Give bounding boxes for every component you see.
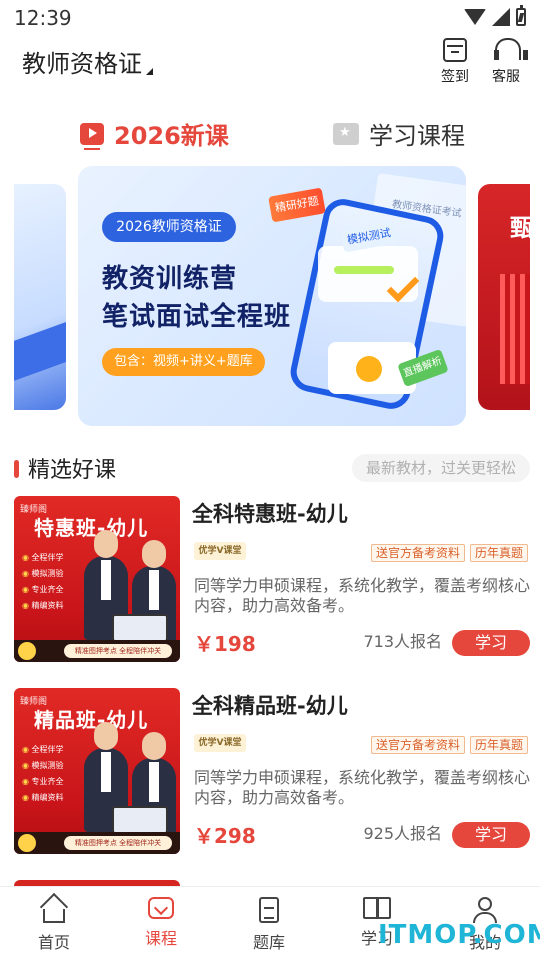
laptop-graphic: [112, 806, 168, 834]
section-hint: 最新教材，过关更轻松: [351, 454, 530, 482]
site-watermark: ITMOP.COM: [378, 920, 540, 950]
section-accent-bar: [14, 460, 19, 478]
course-tabs: 2026新课 学习课程: [0, 110, 540, 160]
status-time: 12:39: [14, 6, 72, 30]
course-thumbnail: 臻师阁 精品班-幼儿 全程伴学 模拟测验 专业齐全 精编资料 精准图押考点 全程…: [14, 688, 180, 854]
service-label: 客服: [492, 69, 520, 85]
course-brand-badge: 优学V课堂: [194, 542, 246, 560]
course-tags: 送官方备考资料 历年真题: [370, 544, 528, 562]
banner-next-text: 甄: [510, 214, 530, 242]
course-card[interactable]: 臻师阁 特惠班-幼儿 全程伴学 模拟测验 专业齐全 精编资料 精准图押考点 全程…: [14, 494, 530, 664]
course-title: 全科精品班-幼儿: [192, 694, 348, 718]
nav-label: 首页: [37, 933, 70, 952]
checkin-label: 签到: [441, 69, 469, 85]
course-price: ￥298: [194, 824, 256, 848]
tab-label: 2026新课: [114, 122, 229, 150]
star-folder-icon: [333, 122, 359, 145]
exam-title: 教师资格证: [22, 50, 142, 78]
banner-headline-2: 笔试面试全程班: [102, 302, 292, 332]
course-description: 同等学力申硕课程，系统化教学，覆盖考纲核心内容，助力高效备考。: [194, 576, 531, 615]
thumb-feature: 全程伴学: [22, 742, 64, 758]
customer-service-button[interactable]: 客服: [486, 38, 528, 86]
course-card[interactable]: 臻师阁 精品班-幼儿 全程伴学 模拟测验 专业齐全 精编资料 精准图押考点 全程…: [14, 686, 530, 856]
banner-headline-1: 教资训练营: [102, 264, 238, 294]
banner-prev-slide[interactable]: [14, 184, 66, 410]
consult-icon: [18, 834, 36, 852]
section-title: 精选好课: [28, 458, 117, 483]
banner-next-slide[interactable]: 甄: [478, 184, 530, 410]
banner-pill: 2026教师资格证: [102, 212, 236, 242]
course-signup-count: 713人报名: [363, 632, 442, 651]
thumb-feature: 模拟测验: [22, 566, 64, 582]
play-icon: [356, 356, 382, 382]
thumb-feature: 精编资料: [22, 790, 64, 806]
thumb-feature: 全程伴学: [22, 550, 64, 566]
thumb-feature: 专业齐全: [22, 774, 64, 790]
course-signup-count: 925人报名: [363, 824, 442, 843]
thumb-footer-text: 精准图押考点 全程陪伴冲关: [64, 644, 172, 658]
study-button[interactable]: 学习: [452, 822, 530, 848]
exam-selector[interactable]: 教师资格证: [22, 44, 153, 79]
app-header: 教师资格证 签到 客服: [0, 36, 540, 96]
course-thumbnail: 臻师阁 特惠班-幼儿 全程伴学 模拟测验 专业齐全 精编资料 精准图押考点 全程…: [14, 496, 180, 662]
course-tags: 送官方备考资料 历年真题: [370, 736, 528, 754]
banner-includes-tag: 包含：视频+讲义+题库: [102, 348, 265, 376]
signal-icon: [492, 8, 510, 26]
course-description: 同等学力申硕课程，系统化教学，覆盖考纲核心内容，助力高效备考。: [194, 768, 531, 807]
thumb-feature: 专业齐全: [22, 582, 64, 598]
thumb-feature-list: 全程伴学 模拟测验 专业齐全 精编资料: [22, 742, 64, 806]
featured-section-header: 精选好课 最新教材，过关更轻松: [14, 452, 530, 484]
course-title: 全科特惠班-幼儿: [192, 502, 348, 526]
tab-label: 学习课程: [369, 122, 465, 150]
course-tag: 送官方备考资料: [370, 544, 465, 562]
status-bar: 12:39: [0, 0, 540, 36]
tab-new-courses[interactable]: 2026新课: [80, 116, 229, 151]
promo-banner[interactable]: 教师资格证考试 2026教师资格证 教资训练营 笔试面试全程班 包含：视频+讲义…: [78, 166, 466, 426]
course-tag: 历年真题: [469, 736, 528, 754]
consult-icon: [18, 642, 36, 660]
course-icon: [148, 897, 174, 919]
nav-label: 课程: [144, 929, 177, 948]
status-icons: [464, 5, 526, 26]
thumb-feature-list: 全程伴学 模拟测验 专业齐全 精编资料: [22, 550, 64, 614]
thumb-feature: 模拟测验: [22, 758, 64, 774]
course-tag: 送官方备考资料: [370, 736, 465, 754]
course-brand-badge: 优学V课堂: [194, 734, 246, 752]
thumb-footer-text: 精准图押考点 全程陪伴冲关: [64, 836, 172, 850]
wifi-icon: [464, 9, 486, 25]
badge-selected-questions: 精研好题: [268, 187, 326, 223]
book-icon: [363, 897, 391, 919]
checkin-button[interactable]: 签到: [435, 38, 475, 86]
caret-down-icon: [146, 68, 153, 75]
course-tag: 历年真题: [469, 544, 528, 562]
headset-icon: [494, 38, 528, 62]
tab-learning-courses[interactable]: 学习课程: [333, 116, 465, 151]
nav-courses[interactable]: 课程: [121, 897, 201, 949]
thumb-feature: 精编资料: [22, 598, 64, 614]
study-button[interactable]: 学习: [452, 630, 530, 656]
question-bank-icon: [259, 897, 279, 923]
laptop-graphic: [112, 614, 168, 642]
home-icon: [43, 909, 65, 923]
calendar-icon: [443, 38, 467, 62]
course-price: ￥198: [194, 632, 256, 656]
nav-home[interactable]: 首页: [14, 897, 94, 953]
nav-label: 题库: [252, 933, 285, 952]
video-play-icon: [80, 122, 104, 150]
nav-question-bank[interactable]: 题库: [229, 897, 309, 953]
battery-icon: [516, 5, 526, 26]
